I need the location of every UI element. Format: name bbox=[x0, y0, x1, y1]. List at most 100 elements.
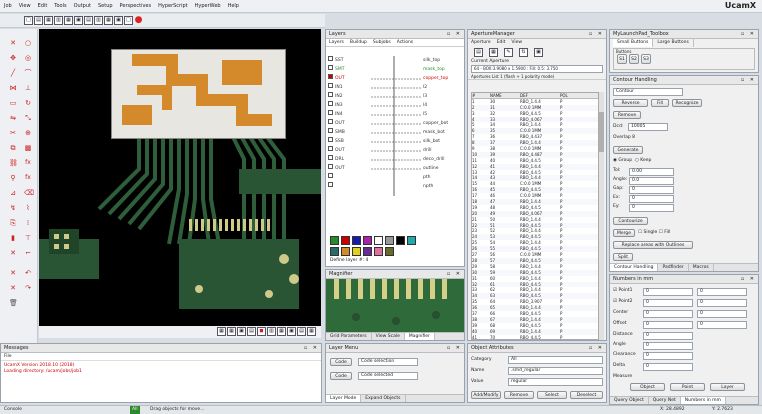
path-tool-icon[interactable]: ↯ bbox=[9, 204, 17, 212]
open-aperture-icon[interactable]: ▤ bbox=[474, 48, 483, 57]
open-job-icon[interactable]: ▤ bbox=[34, 16, 43, 25]
reverse-button[interactable]: Reverse bbox=[613, 99, 648, 107]
layer-row[interactable]: IN4 l5 bbox=[328, 110, 453, 119]
layer-button[interactable]: Layer bbox=[710, 383, 745, 391]
view-icon[interactable]: ▦ bbox=[104, 16, 113, 25]
tab-macros[interactable]: Macros bbox=[689, 264, 714, 271]
code-button-2[interactable]: Code bbox=[330, 372, 352, 380]
tab-query-net[interactable]: Query Net bbox=[649, 397, 681, 404]
layer-checkbox-icon[interactable] bbox=[328, 101, 333, 106]
layer-row[interactable]: DRL deco_drill bbox=[328, 155, 453, 164]
layer-checkbox-icon[interactable] bbox=[328, 56, 333, 61]
panelize-icon[interactable]: ▣ bbox=[287, 327, 296, 336]
layer-checkbox-icon[interactable] bbox=[328, 164, 333, 169]
chain-tool-icon[interactable]: ⛓ bbox=[9, 159, 18, 167]
select-button[interactable]: Select bbox=[537, 391, 567, 399]
compare-icon[interactable]: ▦ bbox=[277, 327, 286, 336]
tab-contour-handling[interactable]: Contour Handling bbox=[610, 264, 659, 271]
layer-row[interactable]: OUT drill bbox=[328, 146, 453, 155]
menu-job[interactable]: Job bbox=[4, 3, 12, 9]
rotate-tool-icon[interactable]: ↻ bbox=[24, 99, 32, 107]
contour-param-field[interactable]: 0.00 bbox=[629, 168, 674, 176]
layer-row[interactable]: OUT copper_top bbox=[328, 74, 453, 83]
fill-button[interactable]: Fill bbox=[651, 99, 669, 107]
menu-view[interactable]: View bbox=[19, 3, 31, 9]
point1-x[interactable]: 0 bbox=[643, 288, 693, 296]
clearance-field[interactable]: 0 bbox=[643, 352, 693, 360]
single-option[interactable]: ☐ Single ☐ Fill bbox=[638, 230, 670, 235]
menu-setup[interactable]: Setup bbox=[98, 3, 113, 9]
pcb-canvas[interactable] bbox=[39, 29, 321, 326]
arc-tool-icon[interactable]: ⌒ bbox=[24, 69, 32, 77]
undo-tool-icon[interactable]: ↶ bbox=[24, 269, 32, 277]
tab-view-scale[interactable]: View Scale bbox=[372, 333, 405, 340]
point2-x[interactable]: 0 bbox=[643, 299, 693, 307]
layer-checkbox-icon[interactable] bbox=[328, 137, 333, 142]
launch-button-s1[interactable]: S1 bbox=[617, 54, 627, 64]
value-select[interactable]: regular bbox=[508, 378, 603, 386]
tab-small-buttons[interactable]: Small Buttons bbox=[613, 39, 654, 47]
panel-controls-icon[interactable]: ▫ ✕ bbox=[447, 270, 462, 279]
layer-checkbox-icon[interactable] bbox=[328, 83, 333, 88]
group-option[interactable]: ◉ Group ○ Keep bbox=[613, 158, 651, 163]
bar-tool-icon[interactable]: ▮ bbox=[9, 234, 17, 242]
menu-perspectives[interactable]: Perspectives bbox=[120, 3, 152, 9]
color-swatch-olive[interactable] bbox=[385, 247, 394, 256]
panel-controls-icon[interactable]: ▫ ✕ bbox=[589, 30, 604, 39]
status-console[interactable]: Console bbox=[4, 406, 22, 414]
scale-tool-icon[interactable]: ⤡ bbox=[24, 114, 32, 122]
center-x[interactable]: 0 bbox=[643, 310, 693, 318]
gerber-icon[interactable]: ▥ bbox=[267, 327, 276, 336]
trash-tool-icon[interactable]: 🗑 bbox=[9, 299, 18, 307]
tab-expand-objects[interactable]: Expand Objects bbox=[361, 395, 406, 402]
point-button[interactable]: Point bbox=[670, 383, 705, 391]
cross-tool-icon[interactable]: ✕ bbox=[9, 269, 17, 277]
panel-controls-icon[interactable]: ▫ ✕ bbox=[741, 275, 756, 284]
redo-tool-icon[interactable]: ↷ bbox=[24, 284, 32, 292]
layer-row[interactable]: OUT copper_bot bbox=[328, 119, 453, 128]
join-tool-icon[interactable]: ⊕ bbox=[24, 129, 32, 137]
add-aperture-icon[interactable]: ▦ bbox=[489, 48, 498, 57]
tab-layers[interactable]: Layers bbox=[329, 40, 344, 45]
measure-tool-icon[interactable]: ⊿ bbox=[9, 189, 17, 197]
point2-y[interactable]: 0 bbox=[697, 299, 747, 307]
layer-checkbox-icon[interactable] bbox=[328, 155, 333, 160]
menu-help[interactable]: Help bbox=[228, 3, 239, 9]
zoom-icon[interactable]: ▣ bbox=[114, 16, 123, 25]
layer-checkbox-icon[interactable] bbox=[328, 128, 333, 133]
tab-layer-mode[interactable]: Layer Mode bbox=[326, 395, 362, 402]
menu-edit[interactable]: Edit bbox=[38, 3, 48, 9]
aperture-menu-view[interactable]: View bbox=[511, 40, 522, 45]
code-selection-field[interactable]: Code selection bbox=[358, 358, 418, 366]
step-tool-icon[interactable]: ⌐ bbox=[24, 249, 32, 257]
layer-checkbox-icon[interactable] bbox=[328, 74, 333, 79]
layer-row[interactable]: SST silk_top bbox=[328, 56, 453, 65]
layer-row[interactable]: npth bbox=[328, 182, 453, 191]
code-button-1[interactable]: Code bbox=[330, 358, 352, 366]
panel-controls-icon[interactable]: ▫ ✕ bbox=[741, 30, 756, 39]
contour-field[interactable]: Contour bbox=[613, 88, 683, 96]
layer-checkbox-icon[interactable] bbox=[328, 92, 333, 97]
layer-row[interactable]: SMB mask_bot bbox=[328, 128, 453, 137]
snap-tool-icon[interactable]: ◎ bbox=[24, 54, 32, 62]
circle-tool-icon[interactable]: ○ bbox=[24, 39, 32, 47]
line-tool-icon[interactable]: ╱ bbox=[9, 69, 17, 77]
name-select[interactable]: .smd_regular bbox=[508, 367, 603, 375]
record-icon[interactable]: ● bbox=[134, 16, 143, 25]
launch-button-s2[interactable]: S2 bbox=[629, 54, 639, 64]
fill-tool-icon[interactable]: ▩ bbox=[24, 144, 32, 152]
color-swatch-yellow[interactable] bbox=[352, 247, 361, 256]
contour-param-field[interactable]: 0 bbox=[629, 186, 674, 194]
menu-tools[interactable]: Tools bbox=[54, 3, 66, 9]
mirror-tool-icon[interactable]: ⇋ bbox=[9, 114, 17, 122]
layer-row[interactable]: pth bbox=[328, 173, 453, 182]
trace-tool-icon[interactable]: ⌇ bbox=[24, 204, 32, 212]
contourize-button[interactable]: Contourize bbox=[613, 217, 648, 225]
contour-param-field[interactable]: 0 bbox=[629, 204, 674, 212]
color-swatch-blue[interactable] bbox=[352, 236, 361, 245]
menu-hyperscript[interactable]: HyperScript bbox=[158, 3, 188, 9]
offset-tool-icon[interactable]: ⧉ bbox=[9, 144, 17, 152]
rect-tool-icon[interactable]: ▭ bbox=[9, 99, 17, 107]
panel-controls-icon[interactable]: ▫ ✕ bbox=[447, 30, 462, 39]
split-button[interactable]: Split bbox=[613, 253, 633, 261]
